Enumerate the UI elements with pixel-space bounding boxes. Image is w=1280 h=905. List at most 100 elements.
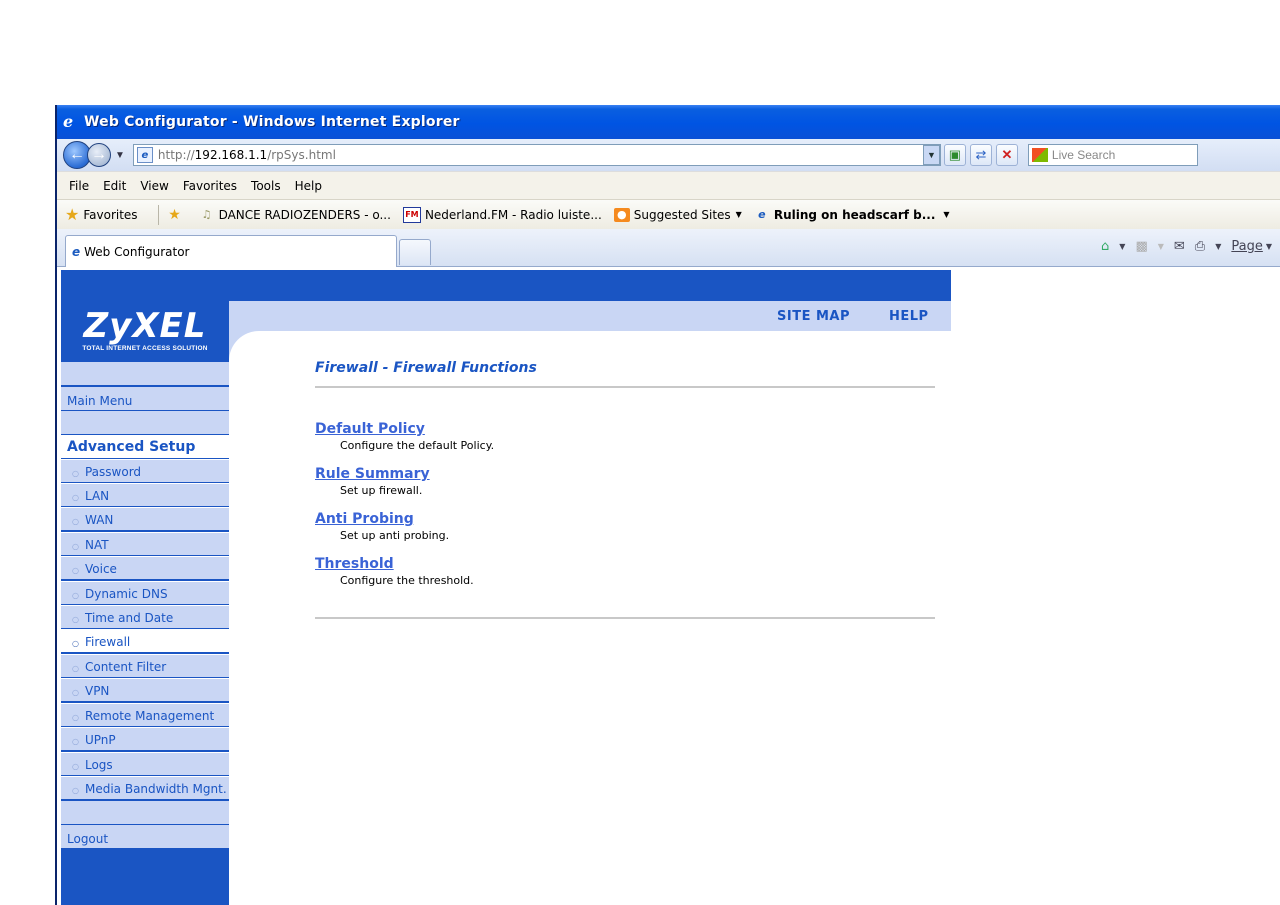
sidebar-item-upnp[interactable]: ○ UPnP (61, 727, 229, 750)
sidebar-item-voice[interactable]: ○ Voice (61, 556, 229, 579)
chevron-down-icon[interactable]: ▼ (1215, 242, 1221, 251)
chevron-down-icon: ▼ (735, 210, 742, 219)
menu-file[interactable]: File (69, 179, 89, 193)
sidebar-item-label: Password (84, 465, 142, 479)
page-icon: e (136, 147, 153, 163)
sidebar-item-logs[interactable]: ○ Logs (61, 752, 229, 775)
sidebar-item-nat[interactable]: ○ NAT (61, 532, 229, 555)
sidebar-item-content-filter[interactable]: ○ Content Filter (61, 654, 229, 677)
sidebar-item-label: Dynamic DNS (84, 587, 168, 601)
favorites-bar: ★ Favorites ★ ♫ DANCE RADIOZENDERS - o..… (57, 199, 1280, 229)
browser-window: e Web Configurator - Windows Internet Ex… (55, 105, 1280, 905)
divider (315, 386, 935, 388)
favorite-link-nederland-fm[interactable]: FM Nederland.FM - Radio luiste... (402, 206, 602, 223)
sidebar-item-vpn[interactable]: ○ VPN (61, 678, 229, 701)
function-entry: Default Policy Configure the default Pol… (315, 421, 935, 452)
chevron-down-icon: ▼ (943, 210, 950, 219)
sidebar-item-dynamic-dns[interactable]: ○ Dynamic DNS (61, 581, 229, 604)
bullet-icon: ○ (72, 786, 79, 795)
anti-probing-link[interactable]: Anti Probing (315, 511, 935, 527)
sidebar-item-wan[interactable]: ○ WAN (61, 507, 229, 530)
favorites-button[interactable]: ★ Favorites (65, 205, 138, 224)
sidebar-item-firewall[interactable]: ○ Firewall (61, 629, 229, 652)
sidebar-item-label: Logs (84, 758, 113, 772)
sidebar-item-label: VPN (84, 684, 110, 698)
sidebar-item-label: WAN (84, 513, 114, 527)
address-host: 192.168.1.1 (194, 148, 268, 162)
chevron-down-icon[interactable]: ▼ (1266, 242, 1272, 251)
header-curve (229, 331, 289, 391)
bullet-icon: ○ (72, 542, 79, 551)
address-prefix: http:// (157, 148, 195, 162)
sidebar-item-remote-management[interactable]: ○ Remote Management (61, 703, 229, 726)
home-icon[interactable]: ⌂ (1101, 239, 1109, 254)
bullet-icon: ○ (72, 615, 79, 624)
tab-web-configurator[interactable]: e Web Configurator (65, 235, 397, 267)
sidebar-item-label: Media Bandwidth Mgnt. (84, 782, 227, 796)
menu-help[interactable]: Help (295, 179, 322, 193)
menu-favorites[interactable]: Favorites (183, 179, 237, 193)
search-placeholder: Live Search (1051, 148, 1116, 162)
main-panel: Firewall - Firewall Functions Default Po… (315, 360, 935, 619)
sidebar-spacer (61, 362, 229, 385)
menu-view[interactable]: View (140, 179, 168, 193)
forward-button[interactable]: → (87, 143, 111, 167)
window-title: Web Configurator - Windows Internet Expl… (84, 114, 460, 130)
top-links-band: SITE MAP HELP (229, 301, 951, 331)
rule-summary-link[interactable]: Rule Summary (315, 466, 935, 482)
bullet-icon: ○ (72, 517, 79, 526)
menu-edit[interactable]: Edit (103, 179, 126, 193)
search-input[interactable]: Live Search (1027, 144, 1198, 166)
favorite-link-label: DANCE RADIOZENDERS - o... (218, 207, 391, 222)
suggested-sites-icon: ● (613, 207, 630, 222)
favorites-star-icon: ★ (65, 205, 80, 224)
sidebar: Main Menu Advanced Setup ○ Password ○ LAN … (61, 362, 229, 905)
favorites-label: Favorites (83, 207, 138, 222)
threshold-link[interactable]: Threshold (315, 556, 935, 572)
address-bar[interactable]: e http://192.168.1.1/rpSys.html (132, 144, 941, 166)
sidebar-item-password[interactable]: ○ Password (61, 459, 229, 482)
add-to-favorites-bar-button[interactable]: ★ (167, 207, 187, 223)
bullet-icon: ○ (72, 639, 79, 648)
bullet-icon: ○ (72, 762, 79, 771)
sidebar-item-label: Time and Date (84, 611, 174, 625)
feeds-icon[interactable]: ▩ (1135, 239, 1147, 254)
sidebar-spacer (61, 411, 229, 434)
bullet-icon: ○ (72, 664, 79, 673)
ie-page-icon: e (72, 244, 81, 259)
tab-bar: e Web Configurator ⌂ ▼ ▩ ▼ ✉ ⎙ ▼ Page ▼ (57, 229, 1280, 267)
refresh-icon[interactable]: ⇄ (969, 144, 992, 166)
sidebar-logout[interactable]: Logout (61, 825, 229, 848)
chevron-down-icon[interactable]: ▼ (1119, 242, 1125, 251)
sidebar-item-lan[interactable]: ○ LAN (61, 483, 229, 506)
favorite-link-dance-radio[interactable]: ♫ DANCE RADIOZENDERS - o... (199, 208, 391, 222)
print-icon[interactable]: ⎙ (1195, 239, 1205, 254)
new-tab-button[interactable] (399, 239, 431, 265)
favorite-link-ruling[interactable]: e Ruling on headscarf b... ▼ (754, 208, 950, 222)
help-link[interactable]: HELP (889, 309, 929, 324)
sidebar-item-time-and-date[interactable]: ○ Time and Date (61, 605, 229, 628)
sidebar-main-menu[interactable]: Main Menu (61, 387, 229, 410)
chevron-down-icon[interactable]: ▼ (1158, 242, 1164, 251)
address-dropdown-icon[interactable]: ▼ (922, 145, 940, 165)
read-mail-icon[interactable]: ✉ (1174, 239, 1185, 254)
compatibility-view-icon[interactable]: ▣ (943, 144, 966, 166)
suggested-sites-button[interactable]: ● Suggested Sites ▼ (613, 207, 742, 222)
sidebar-item-label: LAN (84, 489, 110, 503)
function-entry: Anti Probing Set up anti probing. (315, 511, 935, 542)
history-dropdown-icon[interactable]: ▼ (115, 150, 125, 161)
sidebar-heading[interactable]: Advanced Setup (61, 435, 229, 458)
page-content: ZyXEL TOTAL INTERNET ACCESS SOLUTION SIT… (57, 270, 1280, 905)
page-menu-button[interactable]: Page (1231, 239, 1262, 254)
default-policy-link[interactable]: Default Policy (315, 421, 935, 437)
command-bar: ⌂ ▼ ▩ ▼ ✉ ⎙ ▼ Page ▼ (1091, 239, 1272, 254)
sidebar-item-label: NAT (84, 538, 109, 552)
ie-page-icon: e (758, 208, 766, 221)
menu-tools[interactable]: Tools (251, 179, 281, 193)
site-map-link[interactable]: SITE MAP (777, 309, 850, 324)
address-row: ← → ▼ e http://192.168.1.1/rpSys.html ▼ … (57, 139, 1280, 171)
stop-icon[interactable]: ✕ (995, 144, 1018, 166)
sidebar-item-label: Firewall (84, 635, 131, 649)
function-description: Configure the default Policy. (340, 439, 495, 452)
sidebar-item-media-bandwidth[interactable]: ○ Media Bandwidth Mgnt. (61, 776, 229, 799)
